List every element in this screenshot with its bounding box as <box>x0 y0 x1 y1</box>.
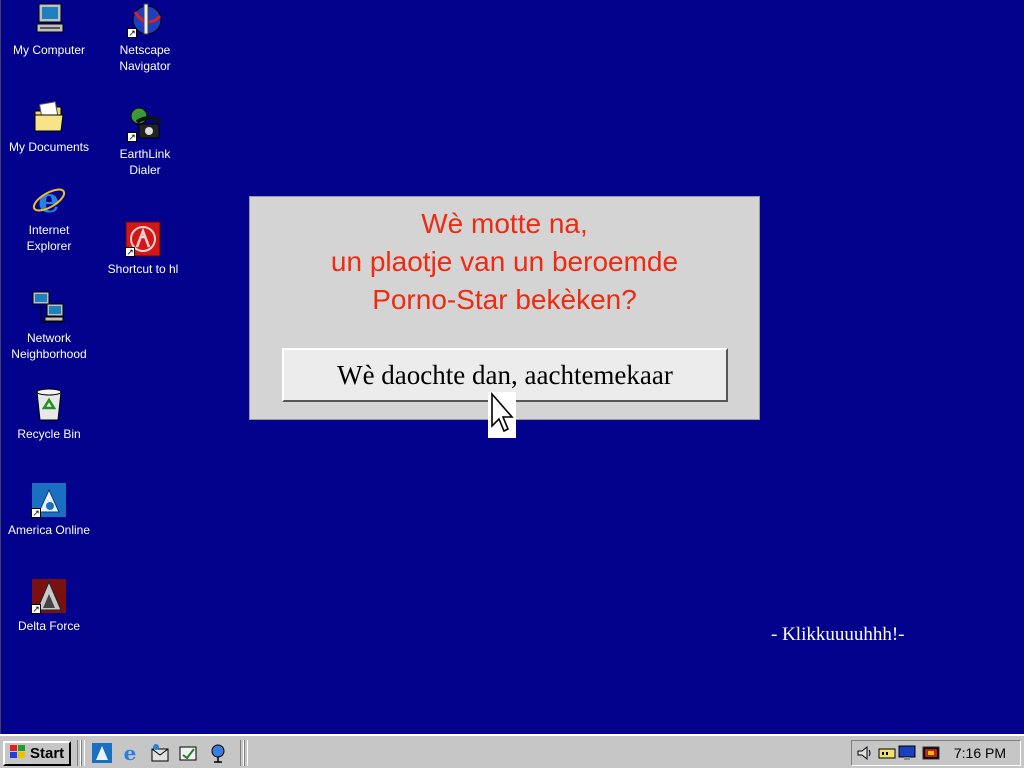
desktop-icon-label: My Documents <box>8 140 90 154</box>
desktop-caption: - Klikkuuuuhhh!- <box>771 624 905 645</box>
computer-icon <box>31 2 67 38</box>
desktop-icon-earthlink-dialer[interactable]: ↗ EarthLink Dialer <box>97 106 193 178</box>
start-button[interactable]: Start <box>3 741 71 766</box>
quicklaunch-channels-icon[interactable] <box>208 743 228 763</box>
svg-text:e: e <box>124 743 137 763</box>
quicklaunch-aol-icon[interactable] <box>92 743 112 763</box>
mouse-pointer-icon <box>488 391 516 438</box>
taskbar-separator <box>244 740 248 766</box>
start-label: Start <box>30 745 65 762</box>
shortcut-arrow-icon: ↗ <box>31 604 41 614</box>
quicklaunch-outlook-icon[interactable] <box>150 743 170 763</box>
desktop-icon-internet-explorer[interactable]: e Internet Explorer <box>1 182 97 254</box>
desktop-icon-america-online[interactable]: ↗ America Online <box>1 482 97 538</box>
netscape-icon: ↗ <box>127 2 163 38</box>
desktop-icon-label: Recycle Bin <box>17 427 81 441</box>
dialog-message-line2: un plaotje van un beroemde <box>330 246 679 277</box>
desktop-icon-label-line2: Dialer <box>129 163 161 177</box>
desktop-icon-netscape-navigator[interactable]: ↗ Netscape Navigator <box>97 2 193 74</box>
desktop-icon-label-line2: Explorer <box>26 239 72 253</box>
desktop-icon-network-neighborhood[interactable]: Network Neighborhood <box>1 290 97 362</box>
system-tray: 7:16 PM <box>851 740 1021 766</box>
desktop-icon-label-line1: Internet <box>28 223 70 237</box>
delta-force-icon: ↗ <box>31 578 67 614</box>
desktop-icon-label-line2: Neighborhood <box>11 347 87 361</box>
phone-icon: ↗ <box>127 106 163 142</box>
desktop-icon-my-documents[interactable]: My Documents <box>1 99 97 155</box>
desktop-icon-shortcut-to-hl[interactable]: ↗ Shortcut to hl <box>95 221 191 277</box>
desktop-icon-delta-force[interactable]: ↗ Delta Force <box>1 578 97 634</box>
quicklaunch-ie-icon[interactable]: e <box>120 743 140 763</box>
desktop-icon-label-line2: Navigator <box>119 59 171 73</box>
desktop-icon-label: My Computer <box>12 43 86 57</box>
dialog-message-line1: Wè motte na, <box>421 208 588 239</box>
shortcut-arrow-icon: ↗ <box>127 28 137 38</box>
dialog-message-line3: Porno-Star bekèken? <box>372 284 637 315</box>
half-life-icon: ↗ <box>125 221 161 257</box>
aol-icon: ↗ <box>31 482 67 518</box>
monitor-icon[interactable] <box>898 744 916 762</box>
desktop-icon-label: Shortcut to hl <box>107 262 179 276</box>
windows-logo-icon <box>9 744 27 764</box>
desktop-icon-label: America Online <box>7 523 91 537</box>
desktop-icon-my-computer[interactable]: My Computer <box>1 2 97 58</box>
shortcut-arrow-icon: ↗ <box>127 132 137 142</box>
network-icon <box>31 290 67 326</box>
speaker-icon[interactable] <box>856 744 874 762</box>
recycle-bin-icon <box>31 386 67 422</box>
prompt-dialog: Wè motte na, un plaotje van un beroemde … <box>249 196 760 420</box>
modem-icon[interactable] <box>878 744 896 762</box>
desktop-icon-label-line1: Netscape <box>119 43 171 57</box>
folder-icon <box>31 99 67 135</box>
desktop-icon-label-line1: EarthLink <box>119 147 171 161</box>
clock[interactable]: 7:16 PM <box>954 745 1006 761</box>
desktop-icon-label-line1: Network <box>26 331 71 345</box>
svg-text:e: e <box>38 182 60 218</box>
dialog-message: Wè motte na, un plaotje van un beroemde … <box>250 205 759 319</box>
quicklaunch-show-desktop-icon[interactable] <box>178 743 198 763</box>
scheduler-icon[interactable] <box>922 744 940 762</box>
desktop-icon-label: Delta Force <box>17 619 81 633</box>
desktop: My Computer ↗ Netscape Navigator My Docu… <box>0 0 1024 734</box>
desktop-icon-recycle-bin[interactable]: Recycle Bin <box>1 386 97 442</box>
ie-icon: e <box>31 182 67 218</box>
taskbar-separator <box>81 740 85 766</box>
taskbar: Start e 7:16 PM <box>0 734 1024 768</box>
shortcut-arrow-icon: ↗ <box>31 508 41 518</box>
shortcut-arrow-icon: ↗ <box>125 247 135 257</box>
